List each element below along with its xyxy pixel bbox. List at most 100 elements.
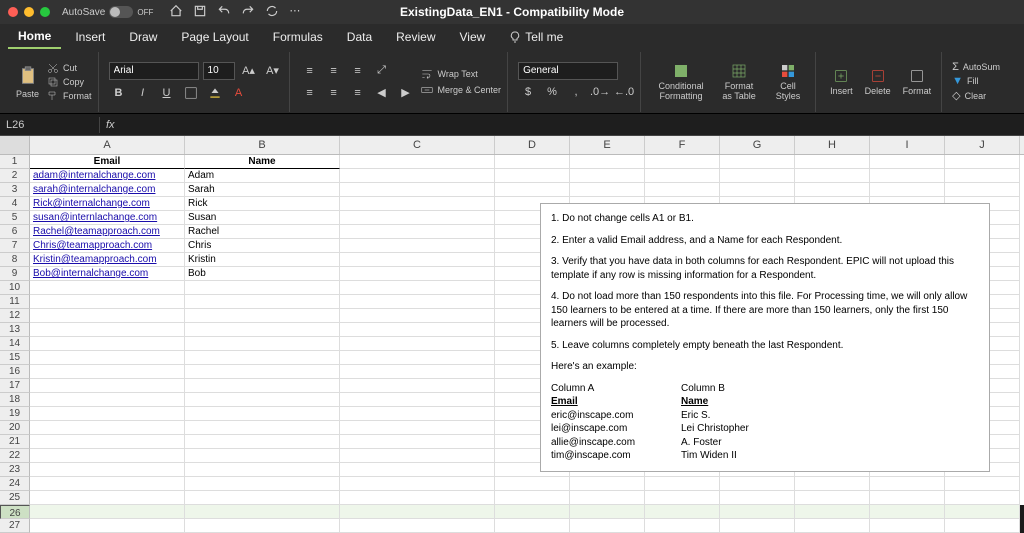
- cell-B25[interactable]: [185, 491, 340, 505]
- col-header-F[interactable]: F: [645, 136, 720, 154]
- tell-me[interactable]: Tell me: [499, 26, 573, 48]
- cell-C10[interactable]: [340, 281, 495, 295]
- redo-icon[interactable]: [241, 4, 255, 21]
- cell-A15[interactable]: [30, 351, 185, 365]
- cell-C24[interactable]: [340, 477, 495, 491]
- row-header-26[interactable]: 26: [0, 505, 30, 519]
- cell-A2[interactable]: adam@internalchange.com: [30, 169, 185, 183]
- col-header-J[interactable]: J: [945, 136, 1020, 154]
- row-header-24[interactable]: 24: [0, 477, 30, 491]
- formula-bar[interactable]: [121, 114, 1024, 135]
- cell-F24[interactable]: [645, 477, 720, 491]
- cell-D1[interactable]: [495, 155, 570, 169]
- cell-A1[interactable]: Email: [30, 155, 185, 169]
- cell-B27[interactable]: [185, 519, 340, 533]
- cell-E26[interactable]: [570, 505, 645, 519]
- cell-B22[interactable]: [185, 449, 340, 463]
- cell-C25[interactable]: [340, 491, 495, 505]
- refresh-icon[interactable]: [265, 4, 279, 21]
- align-top-icon[interactable]: ≡: [300, 61, 320, 81]
- bold-button[interactable]: B: [109, 83, 129, 103]
- cell-B9[interactable]: Bob: [185, 267, 340, 281]
- cell-J1[interactable]: [945, 155, 1020, 169]
- cell-C11[interactable]: [340, 295, 495, 309]
- cut-button[interactable]: Cut: [47, 62, 92, 74]
- cell-C15[interactable]: [340, 351, 495, 365]
- cell-B7[interactable]: Chris: [185, 239, 340, 253]
- cell-F1[interactable]: [645, 155, 720, 169]
- cell-B14[interactable]: [185, 337, 340, 351]
- cell-A20[interactable]: [30, 421, 185, 435]
- cell-C23[interactable]: [340, 463, 495, 477]
- cell-G25[interactable]: [720, 491, 795, 505]
- row-header-11[interactable]: 11: [0, 295, 30, 309]
- cell-B18[interactable]: [185, 393, 340, 407]
- cell-B26[interactable]: [185, 505, 340, 519]
- font-color-button[interactable]: A: [229, 83, 249, 103]
- row-header-8[interactable]: 8: [0, 253, 30, 267]
- cell-B1[interactable]: Name: [185, 155, 340, 169]
- cell-F25[interactable]: [645, 491, 720, 505]
- tab-draw[interactable]: Draw: [119, 26, 167, 48]
- increase-decimal-icon[interactable]: .0→: [590, 82, 610, 102]
- cell-E27[interactable]: [570, 519, 645, 533]
- cell-G1[interactable]: [720, 155, 795, 169]
- cell-B4[interactable]: Rick: [185, 197, 340, 211]
- cell-C5[interactable]: [340, 211, 495, 225]
- cell-D24[interactable]: [495, 477, 570, 491]
- autosave-switch[interactable]: [109, 6, 133, 18]
- increase-font-icon[interactable]: A▴: [239, 61, 259, 81]
- cell-A11[interactable]: [30, 295, 185, 309]
- cell-C1[interactable]: [340, 155, 495, 169]
- cell-I27[interactable]: [870, 519, 945, 533]
- row-header-20[interactable]: 20: [0, 421, 30, 435]
- col-header-H[interactable]: H: [795, 136, 870, 154]
- cell-A4[interactable]: Rick@internalchange.com: [30, 197, 185, 211]
- maximize-window[interactable]: [40, 7, 50, 17]
- conditional-formatting-button[interactable]: Conditional Formatting: [651, 61, 711, 103]
- cell-E24[interactable]: [570, 477, 645, 491]
- row-header-19[interactable]: 19: [0, 407, 30, 421]
- cell-C3[interactable]: [340, 183, 495, 197]
- row-header-25[interactable]: 25: [0, 491, 30, 505]
- cell-A5[interactable]: susan@internlachange.com: [30, 211, 185, 225]
- col-header-D[interactable]: D: [495, 136, 570, 154]
- cell-B23[interactable]: [185, 463, 340, 477]
- cell-G27[interactable]: [720, 519, 795, 533]
- cell-A21[interactable]: [30, 435, 185, 449]
- cell-A26[interactable]: [30, 505, 185, 519]
- cell-H1[interactable]: [795, 155, 870, 169]
- cell-G2[interactable]: [720, 169, 795, 183]
- italic-button[interactable]: I: [133, 83, 153, 103]
- tab-formulas[interactable]: Formulas: [263, 26, 333, 48]
- cell-C22[interactable]: [340, 449, 495, 463]
- cell-B20[interactable]: [185, 421, 340, 435]
- row-header-16[interactable]: 16: [0, 365, 30, 379]
- increase-indent-icon[interactable]: ▶: [396, 83, 416, 103]
- decrease-indent-icon[interactable]: ◀: [372, 83, 392, 103]
- decrease-font-icon[interactable]: A▾: [263, 61, 283, 81]
- cell-C16[interactable]: [340, 365, 495, 379]
- tab-page-layout[interactable]: Page Layout: [171, 26, 258, 48]
- cell-A10[interactable]: [30, 281, 185, 295]
- row-header-17[interactable]: 17: [0, 379, 30, 393]
- cell-I25[interactable]: [870, 491, 945, 505]
- cell-H25[interactable]: [795, 491, 870, 505]
- cell-A18[interactable]: [30, 393, 185, 407]
- cell-C12[interactable]: [340, 309, 495, 323]
- cell-J25[interactable]: [945, 491, 1020, 505]
- cell-D26[interactable]: [495, 505, 570, 519]
- cells-grid[interactable]: 1. Do not change cells A1 or B1. 2. Ente…: [30, 155, 1024, 505]
- col-header-B[interactable]: B: [185, 136, 340, 154]
- cell-C17[interactable]: [340, 379, 495, 393]
- cell-A14[interactable]: [30, 337, 185, 351]
- cell-J2[interactable]: [945, 169, 1020, 183]
- cell-A13[interactable]: [30, 323, 185, 337]
- cell-J27[interactable]: [945, 519, 1020, 533]
- autosave-toggle[interactable]: AutoSave OFF: [62, 6, 153, 18]
- cell-A22[interactable]: [30, 449, 185, 463]
- row-header-27[interactable]: 27: [0, 519, 30, 533]
- minimize-window[interactable]: [24, 7, 34, 17]
- format-cells-button[interactable]: Format: [899, 66, 936, 98]
- autosum-button[interactable]: ΣAutoSum: [952, 61, 1000, 73]
